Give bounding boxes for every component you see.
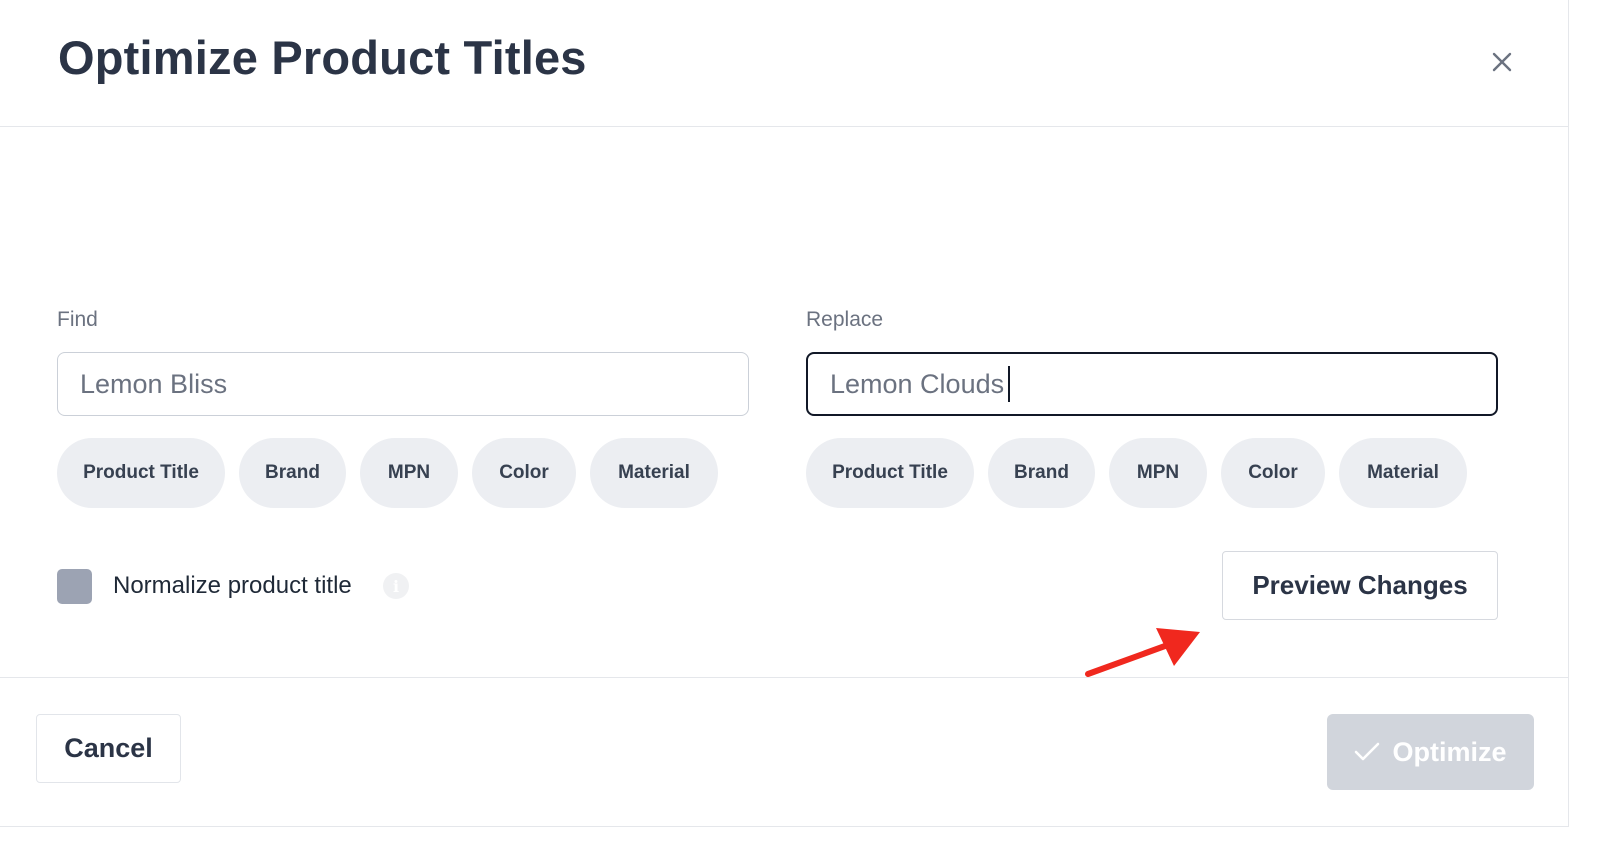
find-chip-product-title[interactable]: Product Title: [57, 438, 225, 508]
footer-divider: [0, 677, 1568, 678]
close-button[interactable]: [1484, 44, 1520, 80]
replace-chip-brand[interactable]: Brand: [988, 438, 1095, 508]
find-chip-row: Product Title Brand MPN Color Material: [57, 438, 718, 508]
replace-chip-material[interactable]: Material: [1339, 438, 1467, 508]
replace-label: Replace: [806, 308, 884, 331]
find-chip-mpn[interactable]: MPN: [360, 438, 458, 508]
normalize-checkbox[interactable]: [57, 569, 92, 604]
cancel-button[interactable]: Cancel: [36, 714, 181, 783]
close-icon: [1492, 52, 1512, 72]
replace-chip-mpn[interactable]: MPN: [1109, 438, 1207, 508]
optimize-button[interactable]: Optimize: [1327, 714, 1534, 790]
replace-chip-color[interactable]: Color: [1221, 438, 1325, 508]
find-chip-color[interactable]: Color: [472, 438, 576, 508]
replace-chip-row: Product Title Brand MPN Color Material: [806, 438, 1467, 508]
text-cursor: [1008, 366, 1010, 402]
find-label: Find: [57, 308, 98, 331]
replace-chip-product-title[interactable]: Product Title: [806, 438, 974, 508]
annotation-arrow: [1085, 628, 1200, 677]
info-icon[interactable]: i: [383, 573, 409, 599]
find-chip-material[interactable]: Material: [590, 438, 718, 508]
normalize-label: Normalize product title: [113, 572, 352, 599]
preview-changes-button[interactable]: Preview Changes: [1222, 551, 1498, 620]
find-input[interactable]: [57, 352, 749, 416]
checkmark-icon: [1355, 742, 1380, 761]
modal-header: Optimize Product Titles: [0, 0, 1568, 127]
replace-input[interactable]: [806, 352, 1498, 416]
optimize-label: Optimize: [1392, 736, 1507, 767]
optimize-titles-modal: Optimize Product Titles Find Product Tit…: [0, 0, 1569, 827]
find-chip-brand[interactable]: Brand: [239, 438, 346, 508]
modal-title: Optimize Product Titles: [58, 31, 587, 84]
